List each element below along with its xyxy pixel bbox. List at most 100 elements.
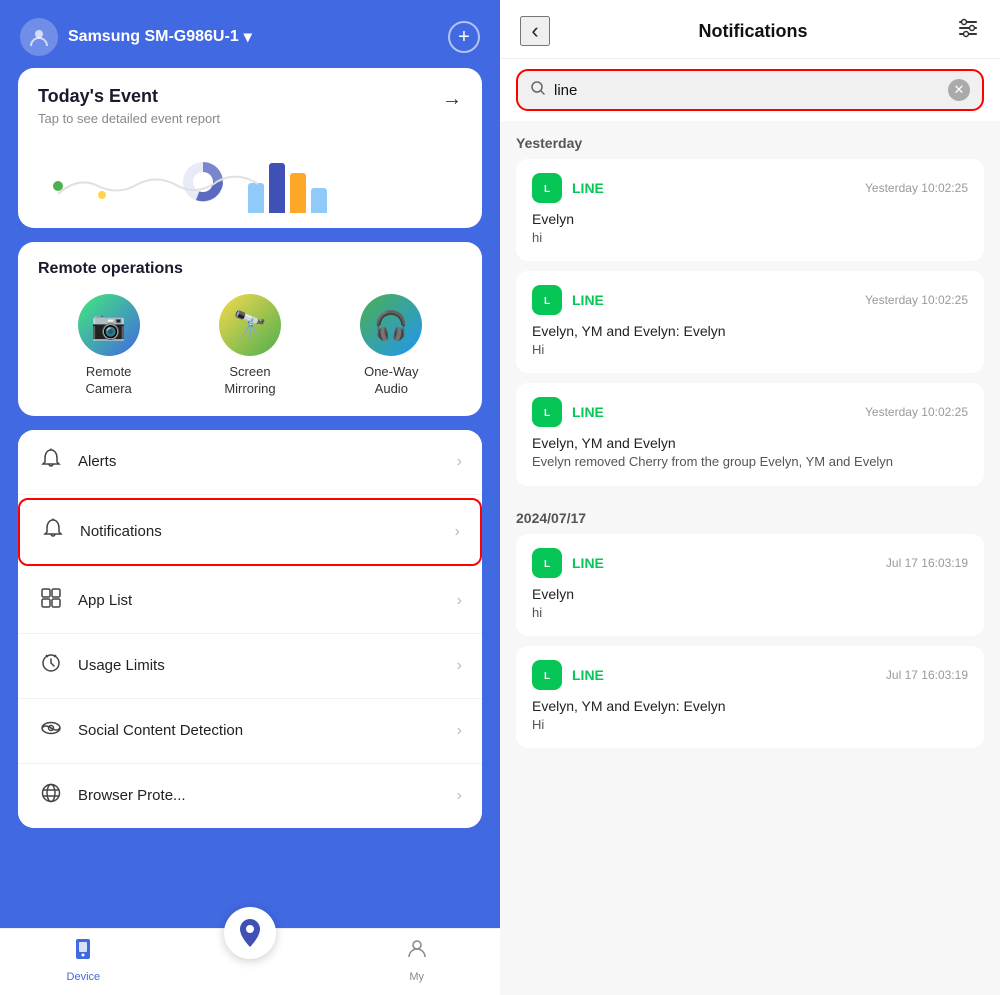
notif-title-1: Evelyn [532, 211, 968, 227]
my-tab-label: My [409, 971, 424, 983]
notif-time-4: Jul 17 16:03:19 [886, 556, 968, 570]
app-list-label: App List [78, 592, 132, 609]
add-label: + [458, 26, 470, 49]
event-chart [38, 136, 462, 221]
notification-card-4[interactable]: L LINE Jul 17 16:03:19 Evelyn hi [516, 534, 984, 636]
usage-limits-icon [38, 652, 64, 680]
usage-limits-chevron: › [457, 657, 462, 675]
remote-camera[interactable]: 📷 RemoteCamera [78, 294, 140, 398]
menu-item-social-content[interactable]: Social Content Detection › [18, 699, 482, 764]
right-panel: ‹ Notifications ✕ [500, 0, 1000, 995]
back-button[interactable]: ‹ [520, 16, 550, 46]
right-title: Notifications [698, 21, 807, 42]
tab-my[interactable]: My [333, 937, 500, 983]
line-app-icon-3: L [532, 397, 562, 427]
notif-app-name-3: LINE [572, 404, 865, 420]
dropdown-icon: ▾ [244, 27, 252, 47]
svg-text:L: L [544, 671, 550, 682]
bottom-tab-bar: Device My [0, 928, 500, 995]
notif-body-5: Hi [532, 716, 968, 734]
notif-body-1: hi [532, 229, 968, 247]
notification-card-2[interactable]: L LINE Yesterday 10:02:25 Evelyn, YM and… [516, 271, 984, 373]
notif-app-name-4: LINE [572, 555, 886, 571]
notif-app-name-5: LINE [572, 667, 886, 683]
remote-ops-title: Remote operations [38, 260, 462, 278]
right-header: ‹ Notifications [500, 0, 1000, 59]
social-content-icon [38, 717, 64, 745]
date-header-yesterday: Yesterday [516, 121, 984, 159]
bar-chart [248, 138, 327, 213]
remote-items: 📷 RemoteCamera 🔭 ScreenMirroring 🎧 One-W… [38, 294, 462, 398]
browser-icon [38, 782, 64, 810]
event-title: Today's Event [38, 86, 462, 107]
add-device-button[interactable]: + [448, 21, 480, 53]
remote-audio-icon: 🎧 [360, 294, 422, 356]
alerts-icon [38, 448, 64, 476]
menu-item-notifications[interactable]: Notifications › [18, 498, 482, 566]
menu-item-usage-limits[interactable]: Usage Limits › [18, 634, 482, 699]
line-app-icon-5: L [532, 660, 562, 690]
search-clear-button[interactable]: ✕ [948, 79, 970, 101]
remote-camera-icon: 📷 [78, 294, 140, 356]
notification-card-3[interactable]: L LINE Yesterday 10:02:25 Evelyn, YM and… [516, 383, 984, 485]
tab-location-fab[interactable] [167, 937, 334, 983]
browser-label: Browser Prote... [78, 787, 186, 804]
notif-title-3: Evelyn, YM and Evelyn [532, 435, 968, 451]
notif-time-3: Yesterday 10:02:25 [865, 405, 968, 419]
event-subtitle: Tap to see detailed event report [38, 111, 462, 126]
notif-body-3: Evelyn removed Cherry from the group Eve… [532, 453, 968, 471]
tab-device[interactable]: Device [0, 937, 167, 983]
svg-text:L: L [544, 559, 550, 570]
svg-text:L: L [544, 408, 550, 419]
usage-limits-label: Usage Limits [78, 657, 165, 674]
notification-card-1[interactable]: L LINE Yesterday 10:02:25 Evelyn hi [516, 159, 984, 261]
notifications-icon [40, 518, 66, 546]
location-fab[interactable] [224, 907, 276, 959]
line-app-icon-2: L [532, 285, 562, 315]
notif-time-5: Jul 17 16:03:19 [886, 668, 968, 682]
notif-time-2: Yesterday 10:02:25 [865, 293, 968, 307]
remote-card: Remote operations 📷 RemoteCamera 🔭 Scree… [18, 242, 482, 416]
notif-app-name-1: LINE [572, 180, 865, 196]
notif-title-2: Evelyn, YM and Evelyn: Evelyn [532, 323, 968, 339]
notif-title-4: Evelyn [532, 586, 968, 602]
menu-list: Alerts › Notification [18, 430, 482, 828]
left-header: Samsung SM-G986U-1 ▾ + [0, 0, 500, 68]
device-name[interactable]: Samsung SM-G986U-1 ▾ [68, 27, 252, 47]
line-app-icon-4: L [532, 548, 562, 578]
notif-title-5: Evelyn, YM and Evelyn: Evelyn [532, 698, 968, 714]
menu-item-browser[interactable]: Browser Prote... › [18, 764, 482, 828]
left-panel: Samsung SM-G986U-1 ▾ + Today's Event Tap… [0, 0, 500, 995]
notif-time-1: Yesterday 10:02:25 [865, 181, 968, 195]
alerts-label: Alerts [78, 453, 116, 470]
notifications-label: Notifications [80, 523, 162, 540]
remote-mirroring[interactable]: 🔭 ScreenMirroring [219, 294, 281, 398]
search-input[interactable] [554, 82, 940, 99]
remote-audio-label: One-WayAudio [364, 364, 418, 398]
line-app-icon-1: L [532, 173, 562, 203]
avatar [20, 18, 58, 56]
search-bar: ✕ [500, 59, 1000, 121]
remote-mirroring-label: ScreenMirroring [224, 364, 275, 398]
app-list-chevron: › [457, 592, 462, 610]
alerts-chevron: › [457, 453, 462, 471]
event-card[interactable]: Today's Event Tap to see detailed event … [18, 68, 482, 228]
search-icon [530, 80, 546, 101]
svg-text:L: L [544, 184, 550, 195]
filter-button[interactable] [956, 16, 980, 46]
social-content-chevron: › [457, 722, 462, 740]
notif-body-2: Hi [532, 341, 968, 359]
remote-mirroring-icon: 🔭 [219, 294, 281, 356]
menu-item-app-list[interactable]: App List › [18, 569, 482, 634]
my-tab-icon [405, 937, 429, 967]
remote-audio[interactable]: 🎧 One-WayAudio [360, 294, 422, 398]
event-arrow: → [442, 88, 462, 111]
browser-chevron: › [457, 787, 462, 805]
svg-text:L: L [544, 296, 550, 307]
device-name-text: Samsung SM-G986U-1 [68, 28, 239, 46]
social-content-label: Social Content Detection [78, 722, 243, 739]
notifications-list: Yesterday L LINE Yesterday 10:02:25 Evel… [500, 121, 1000, 995]
app-list-icon [38, 587, 64, 615]
notification-card-5[interactable]: L LINE Jul 17 16:03:19 Evelyn, YM and Ev… [516, 646, 984, 748]
menu-item-alerts[interactable]: Alerts › [18, 430, 482, 495]
